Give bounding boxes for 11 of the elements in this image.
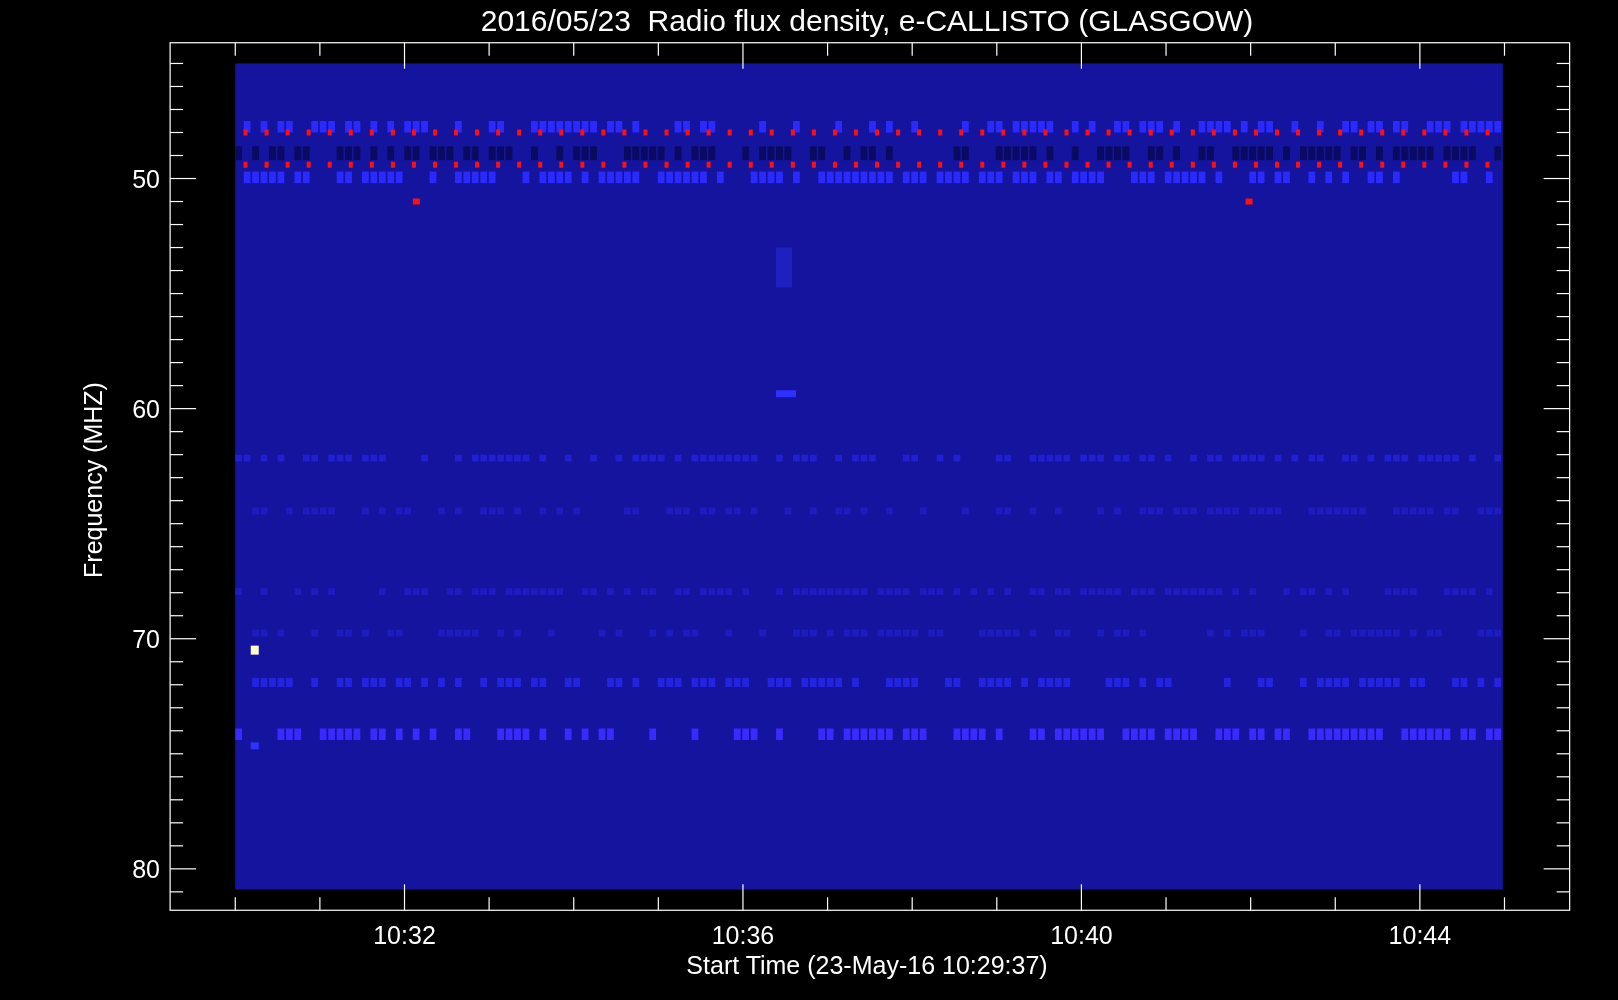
x-tick-label: 10:32 <box>373 921 436 949</box>
y-tick-label: 70 <box>132 624 160 653</box>
y-tick-label: 80 <box>132 854 160 883</box>
x-tick-label: 10:36 <box>711 921 775 949</box>
y-tick-label: 50 <box>132 164 160 193</box>
y-tick-label: 60 <box>132 394 160 423</box>
x-tick-label: 10:40 <box>1050 921 1113 949</box>
y-axis-title: Frequency (MHZ) <box>79 382 107 578</box>
chart-title: 2016/05/23 Radio flux density, e-CALLISTO (GLASGOW) <box>480 4 1254 37</box>
x-axis-title: Start Time (23-May-16 10:29:37) <box>686 951 1048 979</box>
x-tick-label: 10:44 <box>1388 921 1452 949</box>
